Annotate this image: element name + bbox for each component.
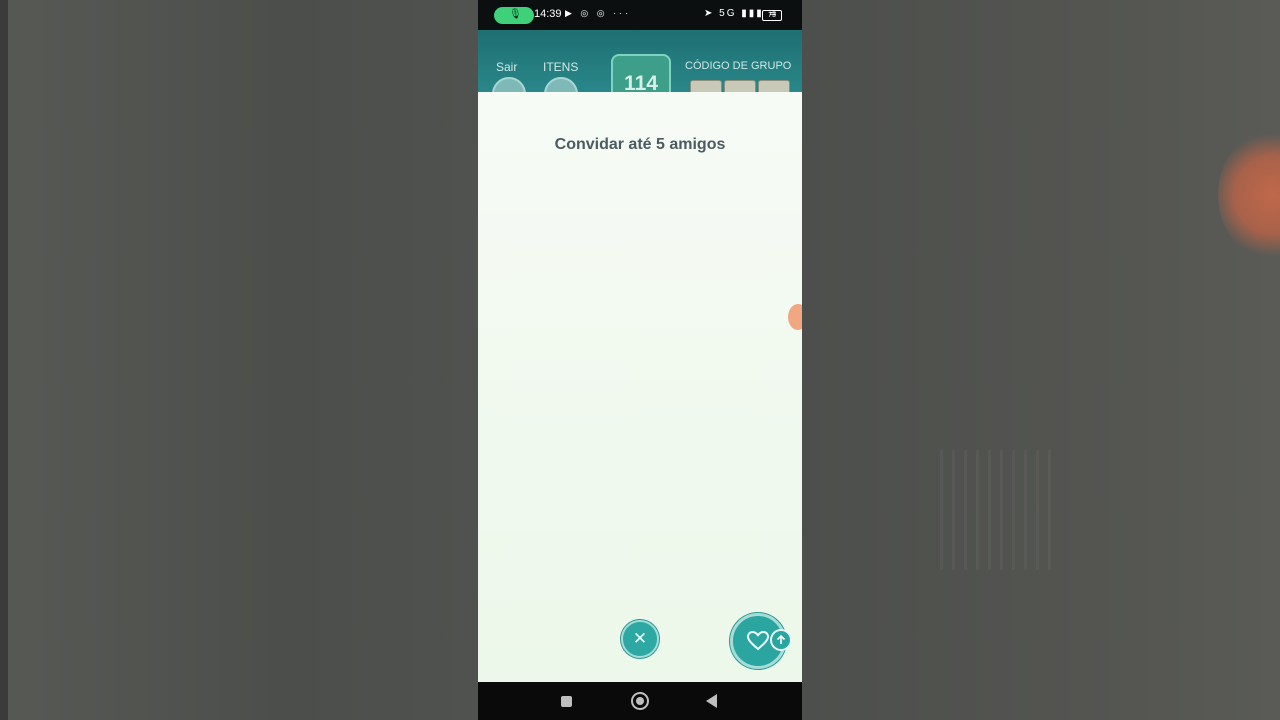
background-stripes [940,450,1060,570]
background-left-blur [0,0,478,720]
battery-icon: 73 [762,10,782,21]
phone-screen: 🎙 14:39 ▶ ◎ ◎ ··· ➤ 5G ▮▮▮ ≋ 73 Sair ITE… [478,0,802,720]
recent-apps-button[interactable] [561,696,572,707]
home-button[interactable] [631,692,649,710]
arrow-up-icon [776,634,786,644]
background-left-edge [0,0,8,720]
status-bar: 🎙 14:39 ▶ ◎ ◎ ··· ➤ 5G ▮▮▮ ≋ 73 [478,0,802,30]
lobby-header: Sair ITENS 114 CÓDIGO DE GRUPO [478,30,802,111]
close-button[interactable]: ✕ [621,620,659,658]
mic-indicator[interactable]: 🎙 [494,7,534,24]
invite-friends-modal: Convidar até 5 amigos ✕ [478,92,802,682]
heart-icon [746,630,770,651]
back-button[interactable] [706,694,717,708]
upload-badge [770,629,792,651]
edge-orange-dot [788,304,802,330]
group-code-label: CÓDIGO DE GRUPO [685,60,792,72]
status-time: 14:39 [534,8,562,20]
microphone-icon: 🎙 [509,9,522,20]
items-label: ITENS [543,60,579,74]
background-right-blur [802,0,1280,720]
notification-icons: ▶ ◎ ◎ ··· [565,8,632,18]
modal-title: Convidar até 5 amigos [554,136,726,153]
android-nav-bar [478,682,802,720]
close-icon: ✕ [632,629,648,648]
exit-label: Sair [496,60,518,74]
